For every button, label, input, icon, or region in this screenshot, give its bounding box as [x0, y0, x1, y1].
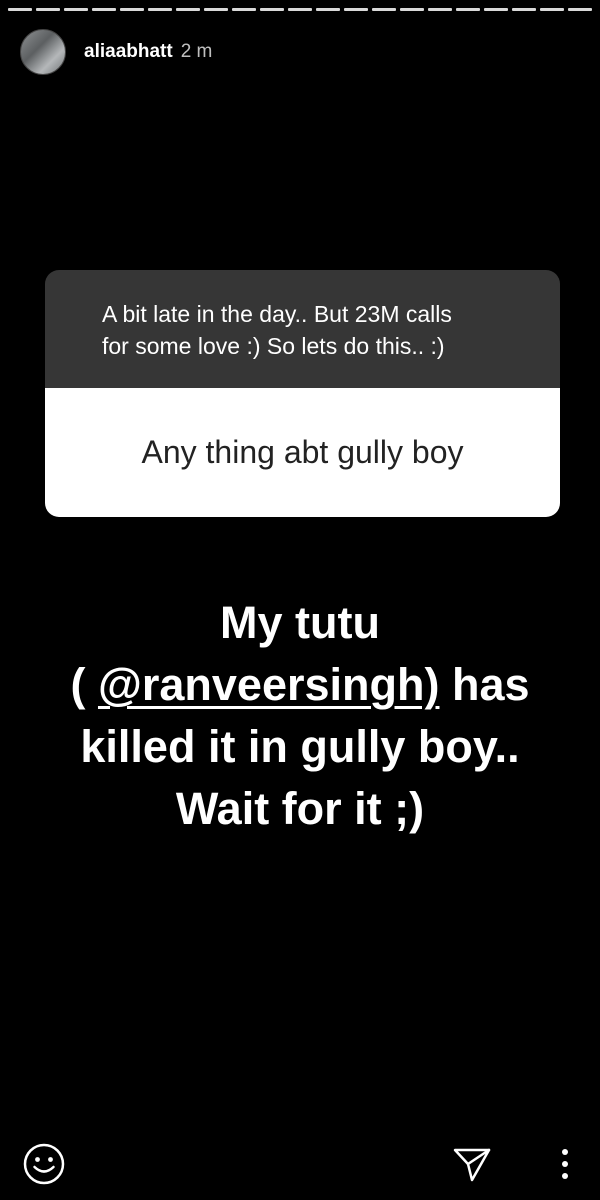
caption-line-2: ( @ranveersingh) has: [0, 654, 600, 716]
question-prompt-line-1: A bit late in the day.. But 23M calls: [102, 301, 452, 327]
progress-segment: [120, 8, 144, 11]
mention-link[interactable]: @ranveersingh): [98, 659, 439, 710]
progress-segment: [232, 8, 256, 11]
progress-segment: [260, 8, 284, 11]
more-vertical-icon[interactable]: [555, 1146, 575, 1182]
progress-segment: [372, 8, 396, 11]
smiley-icon[interactable]: [22, 1142, 66, 1186]
caption-line-3: killed it in gully boy..: [80, 721, 520, 772]
story-progress-bar: [8, 8, 592, 12]
caption-open-paren: (: [70, 659, 98, 710]
progress-segment: [512, 8, 536, 11]
story-caption: My tutu ( @ranveersingh) has killed it i…: [0, 592, 600, 840]
progress-segment: [484, 8, 508, 11]
question-answer-area: Any thing abt gully boy: [45, 388, 560, 517]
timestamp: 2 m: [180, 41, 213, 62]
progress-segment: [540, 8, 564, 11]
question-sticker: A bit late in the day.. But 23M calls fo…: [45, 270, 560, 517]
progress-segment: [92, 8, 116, 11]
progress-segment: [36, 8, 60, 11]
progress-segment: [316, 8, 340, 11]
progress-segment: [64, 8, 88, 11]
send-icon[interactable]: [452, 1144, 492, 1184]
progress-segment: [148, 8, 172, 11]
caption-line-4: Wait for it ;): [175, 783, 425, 834]
username[interactable]: aliaabhatt: [84, 41, 173, 63]
progress-segment: [428, 8, 452, 11]
avatar[interactable]: [20, 29, 66, 75]
caption-has: has: [439, 659, 530, 710]
question-answer: Any thing abt gully boy: [141, 434, 464, 470]
progress-segment: [568, 8, 592, 11]
progress-segment: [400, 8, 424, 11]
question-prompt-area: A bit late in the day.. But 23M calls fo…: [45, 270, 560, 388]
question-prompt-line-2: for some love :) So lets do this.. :): [102, 333, 445, 359]
progress-segment: [204, 8, 228, 11]
story-header: aliaabhatt 2 m: [20, 29, 580, 75]
caption-line-1: My tutu: [220, 597, 380, 648]
progress-segment: [344, 8, 368, 11]
progress-segment: [8, 8, 32, 11]
progress-segment: [176, 8, 200, 11]
progress-segment: [456, 8, 480, 11]
progress-segment: [288, 8, 312, 11]
